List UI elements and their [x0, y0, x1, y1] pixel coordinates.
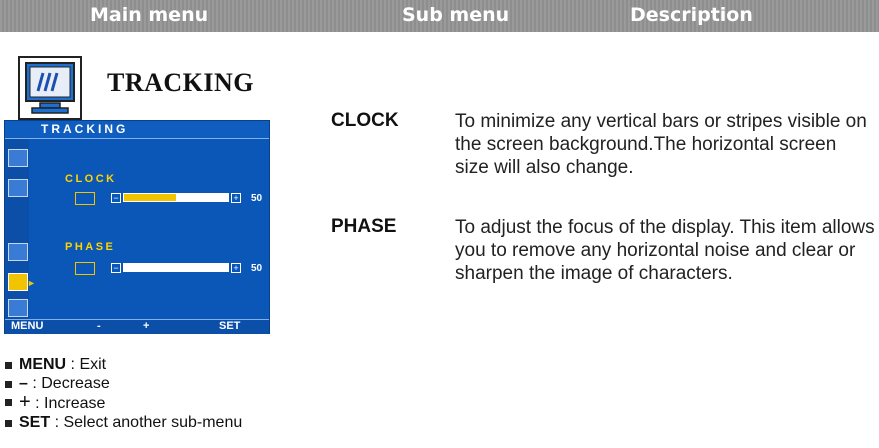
legend-item-plus: + : Increase	[4, 391, 242, 414]
clock-value: 50	[251, 193, 263, 204]
setup-icon	[8, 299, 28, 317]
legend-text-set: : Select another sub-menu	[50, 413, 243, 431]
legend-key-set: SET	[19, 413, 51, 431]
legend-key-minus: –	[19, 374, 28, 392]
legend-item-menu: MENU : Exit	[4, 356, 242, 375]
bullet-icon	[5, 399, 12, 406]
header-main-menu: Main menu	[90, 4, 209, 26]
legend-text-menu: : Exit	[66, 356, 107, 373]
osd-panel: TRACKING ► CLOCK − + 50 PHASE − + 50 MEN…	[4, 120, 270, 334]
legend-key-menu: MENU	[19, 356, 67, 373]
phase-slider	[123, 263, 229, 272]
description-phase: To adjust the focus of the display. This…	[455, 217, 875, 284]
phase-slider-fill	[124, 264, 176, 271]
osd-footer-set: SET	[219, 320, 241, 332]
osd-footer-menu: MENU	[11, 320, 44, 332]
bullet-icon	[5, 419, 12, 427]
clock-slider	[123, 193, 229, 202]
header-sub-menu: Sub menu	[402, 4, 510, 26]
clock-plus-icon: +	[231, 193, 241, 203]
picture-icon	[8, 149, 28, 167]
clock-mini-icon	[75, 192, 95, 205]
clock-slider-fill	[124, 194, 176, 201]
header-description: Description	[630, 4, 753, 26]
osd-footer-minus: -	[97, 320, 101, 332]
osd-clock-label: CLOCK	[65, 173, 117, 185]
table-header: Main menu Sub menu Description	[0, 0, 879, 32]
tracking-menu-icon	[8, 273, 28, 291]
legend-key-plus: +	[19, 391, 31, 413]
sub-menu-phase: PHASE	[331, 216, 397, 237]
osd-title: TRACKING	[5, 121, 269, 139]
osd-phase-label: PHASE	[65, 241, 116, 253]
phase-value: 50	[251, 263, 263, 274]
phase-minus-icon: −	[111, 263, 121, 273]
phase-plus-icon: +	[231, 263, 241, 273]
button-legend: MENU : Exit – : Decrease + : Increase SE…	[4, 356, 242, 432]
bullet-icon	[5, 380, 12, 388]
osd-sidebar: ►	[5, 139, 36, 319]
legend-text-minus: : Decrease	[27, 374, 110, 392]
legend-item-minus: – : Decrease	[4, 375, 242, 394]
osd-footer: MENU - + SET	[5, 319, 269, 334]
bullet-icon	[5, 362, 12, 369]
section-title: TRACKING	[107, 68, 255, 97]
position-icon	[8, 243, 28, 261]
description-clock: To minimize any vertical bars or stripes…	[455, 111, 867, 178]
legend-item-set: SET : Select another sub-menu	[4, 414, 242, 433]
sub-menu-clock: CLOCK	[331, 110, 399, 131]
color-icon	[8, 179, 28, 197]
osd-footer-plus: +	[143, 320, 150, 332]
phase-mini-icon	[75, 262, 95, 275]
clock-minus-icon: −	[111, 193, 121, 203]
legend-text-plus: : Increase	[30, 395, 106, 412]
selected-arrow-icon: ►	[27, 278, 36, 288]
tracking-icon	[18, 56, 82, 120]
